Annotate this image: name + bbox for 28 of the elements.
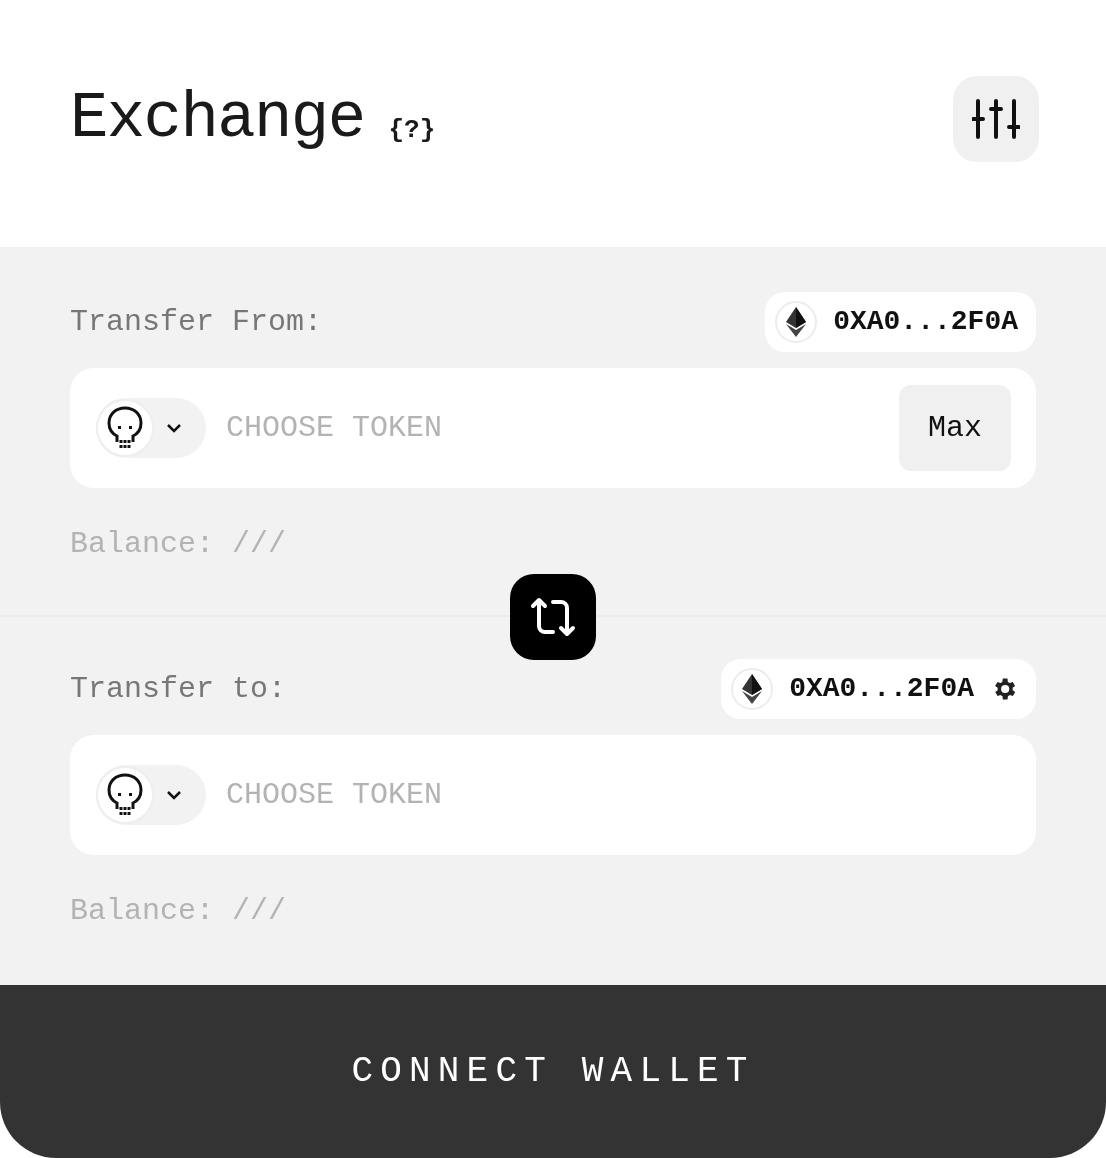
token-field[interactable]: CHOOSE TOKEN (226, 772, 1011, 818)
settings-button[interactable] (953, 75, 1039, 162)
section-label: Transfer From: (70, 303, 323, 341)
chevron-down-icon (166, 790, 182, 800)
balance-text: Balance: /// (70, 893, 288, 930)
swap-arrows-icon (530, 597, 576, 637)
wallet-address: 0XA0...2F0A (789, 672, 974, 706)
chevron-down-icon (166, 423, 182, 433)
skull-icon (107, 773, 143, 817)
help-link[interactable]: {?} (388, 116, 436, 143)
wallet-address-chip[interactable]: 0XA0...2F0A (765, 292, 1036, 352)
page-title: Exchange (70, 86, 365, 151)
max-button[interactable]: Max (899, 385, 1011, 471)
token-selector[interactable] (96, 765, 206, 825)
ethereum-icon (742, 674, 763, 704)
skull-icon (107, 406, 143, 450)
token-input-card[interactable]: CHOOSE TOKEN Max (70, 368, 1036, 488)
wallet-address: 0XA0...2F0A (833, 305, 1018, 339)
section-label: Transfer to: (70, 670, 287, 708)
swap-button[interactable] (510, 574, 596, 660)
token-input-card[interactable]: CHOOSE TOKEN (70, 735, 1036, 855)
connect-wallet-button[interactable]: CONNECT WALLET (0, 985, 1106, 1158)
balance-text: Balance: /// (70, 526, 288, 563)
sliders-icon (972, 96, 1020, 141)
wallet-address-chip[interactable]: 0XA0...2F0A (721, 659, 1036, 719)
token-field[interactable]: CHOOSE TOKEN (226, 405, 899, 451)
token-selector[interactable] (96, 398, 206, 458)
ethereum-icon (786, 307, 807, 337)
